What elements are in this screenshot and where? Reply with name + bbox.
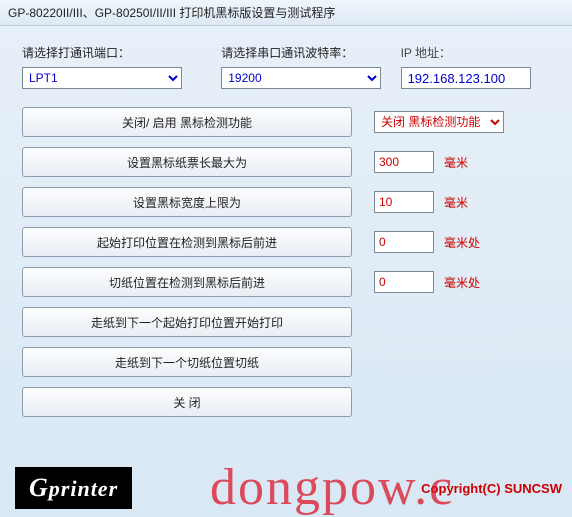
port-label: 请选择打通讯端口： [22, 44, 221, 61]
baud-label: 请选择串口通讯波特率： [221, 44, 400, 61]
set-max-length-button[interactable]: 设置黑标纸票长最大为 [22, 147, 352, 177]
top-config-row: 请选择打通讯端口： LPT1 请选择串口通讯波特率： 19200 IP 地址： [22, 44, 550, 89]
cut-advance-button[interactable]: 切纸位置在检测到黑标后前进 [22, 267, 352, 297]
bm-width-input[interactable] [374, 191, 434, 213]
toggle-blackmark-button[interactable]: 关闭/ 启用 黑标检测功能 [22, 107, 352, 137]
max-length-input[interactable] [374, 151, 434, 173]
footer: Gprinter Copyright(C) SUNCSW [15, 467, 562, 509]
ip-label: IP 地址： [401, 44, 550, 61]
unit-mm-1: 毫米 [444, 154, 468, 171]
close-button[interactable]: 关 闭 [22, 387, 352, 417]
print-start-offset-input[interactable] [374, 231, 434, 253]
blackmark-state-select[interactable]: 关闭 黑标检测功能 [374, 111, 504, 133]
copyright-text: Copyright(C) SUNCSW [421, 481, 562, 496]
set-bm-width-button[interactable]: 设置黑标宽度上限为 [22, 187, 352, 217]
window-titlebar: GP-80220II/III、GP-80250I/II/III 打印机黑标版设置… [0, 0, 572, 26]
baud-select[interactable]: 19200 [221, 67, 381, 89]
cut-offset-input[interactable] [374, 271, 434, 293]
main-content: 请选择打通讯端口： LPT1 请选择串口通讯波特率： 19200 IP 地址： … [0, 26, 572, 437]
unit-mm-at-2: 毫米处 [444, 274, 480, 291]
ip-input[interactable] [401, 67, 531, 89]
window-title: GP-80220II/III、GP-80250I/II/III 打印机黑标版设置… [8, 6, 335, 20]
feed-to-print-button[interactable]: 走纸到下一个起始打印位置开始打印 [22, 307, 352, 337]
print-start-advance-button[interactable]: 起始打印位置在检测到黑标后前进 [22, 227, 352, 257]
unit-mm-2: 毫米 [444, 194, 468, 211]
port-select[interactable]: LPT1 [22, 67, 182, 89]
unit-mm-at-1: 毫米处 [444, 234, 480, 251]
feed-to-cut-button[interactable]: 走纸到下一个切纸位置切纸 [22, 347, 352, 377]
brand-logo: Gprinter [15, 467, 132, 509]
